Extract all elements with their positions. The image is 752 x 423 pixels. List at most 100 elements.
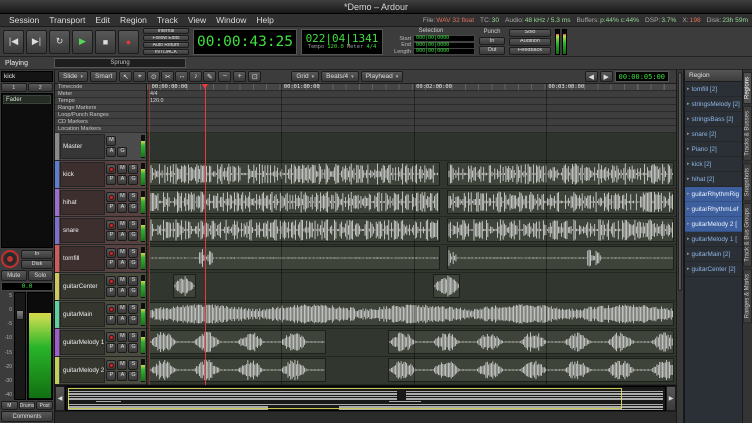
side-tab-track-bus-groups[interactable]: Track & Bus Groups bbox=[743, 203, 752, 267]
audition-button[interactable]: Audition bbox=[509, 38, 551, 46]
playlist-button[interactable]: P bbox=[106, 259, 116, 269]
record-arm-button[interactable] bbox=[106, 220, 116, 230]
strip-record-button[interactable] bbox=[1, 250, 19, 268]
solo-button[interactable]: S bbox=[128, 332, 138, 342]
menu-window[interactable]: Window bbox=[211, 15, 251, 25]
scrollbar-handle[interactable] bbox=[678, 72, 682, 291]
group-button[interactable]: G bbox=[128, 371, 138, 381]
ruler-label-loop-punch-ranges[interactable]: Loop/Punch Ranges bbox=[55, 112, 146, 119]
audio-region[interactable] bbox=[447, 218, 674, 242]
option-internal-button[interactable]: Internal bbox=[143, 28, 189, 34]
region-list-item[interactable]: ▸guitarRhythmLef bbox=[685, 202, 742, 217]
edit-point-dropdown[interactable]: Playhead bbox=[361, 71, 404, 82]
ruler-canvas[interactable]: 00:00:00:0000:01:00:0000:02:00:0000:03:0… bbox=[147, 84, 676, 133]
playlist-button[interactable]: P bbox=[106, 371, 116, 381]
group-button[interactable]: G bbox=[128, 203, 138, 213]
menu-help[interactable]: Help bbox=[251, 15, 278, 25]
audio-region[interactable] bbox=[149, 358, 326, 382]
feedback-button[interactable]: Feedback bbox=[509, 47, 551, 55]
track-lane-guitarmain[interactable] bbox=[147, 301, 676, 329]
sync-source-button[interactable]: INT/JACK bbox=[143, 49, 189, 55]
group-button[interactable]: G bbox=[128, 259, 138, 269]
menu-view[interactable]: View bbox=[183, 15, 211, 25]
punch-out-button[interactable]: Out bbox=[479, 46, 505, 55]
solo-button[interactable]: S bbox=[128, 248, 138, 258]
goto-end-button[interactable]: ▶| bbox=[26, 30, 47, 54]
group-button[interactable]: G bbox=[128, 231, 138, 241]
snap-mode-dropdown[interactable]: Grid bbox=[291, 71, 319, 82]
processor-fader[interactable]: Fader bbox=[3, 95, 51, 104]
automation-button[interactable]: A bbox=[117, 231, 127, 241]
ruler-label-location-markers[interactable]: Location Markers bbox=[55, 126, 146, 133]
strip-post-button[interactable]: Post bbox=[36, 401, 53, 410]
group-button[interactable]: G bbox=[128, 343, 138, 353]
track-lane-guitarmelody-1[interactable] bbox=[147, 329, 676, 357]
automation-button[interactable]: A bbox=[117, 175, 127, 185]
record-arm-button[interactable] bbox=[106, 248, 116, 258]
nudge-forward-button[interactable]: ▶ bbox=[600, 71, 613, 82]
grid-unit-dropdown[interactable]: Beats/4 bbox=[321, 71, 359, 82]
shuttle-control[interactable]: Sprung bbox=[54, 58, 186, 68]
playlist-button[interactable]: P bbox=[106, 287, 116, 297]
fader-handle[interactable] bbox=[16, 310, 24, 320]
track-lane-hihat[interactable] bbox=[147, 189, 676, 217]
menu-track[interactable]: Track bbox=[152, 15, 183, 25]
monitor-input-button[interactable]: In bbox=[21, 250, 53, 259]
audio-region[interactable] bbox=[388, 358, 674, 382]
nudge-back-button[interactable]: ◀ bbox=[585, 71, 598, 82]
region-list-item[interactable]: ▸guitarMelody 2 [ bbox=[685, 217, 742, 232]
audition-tool[interactable]: ♪ bbox=[189, 71, 202, 82]
track-lane-snare[interactable] bbox=[147, 217, 676, 245]
solo-button[interactable]: S bbox=[128, 192, 138, 202]
strip-solo-button[interactable]: Solo bbox=[28, 270, 54, 281]
strip-name-button[interactable]: kick bbox=[1, 71, 53, 82]
audio-region[interactable] bbox=[447, 190, 674, 214]
zoom-in-button[interactable]: + bbox=[233, 71, 246, 82]
primary-clock[interactable]: 00:00:43:25 bbox=[193, 29, 297, 55]
group-button[interactable]: G bbox=[128, 175, 138, 185]
automation-button[interactable]: A bbox=[117, 287, 127, 297]
audio-region[interactable] bbox=[149, 330, 326, 354]
ruler-label-timecode[interactable]: Timecode bbox=[55, 84, 146, 91]
track-name-button[interactable]: guitarMelody 1 bbox=[60, 330, 105, 355]
side-tab-tracks-busses[interactable]: Tracks & Busses bbox=[743, 106, 752, 161]
group-button[interactable]: G bbox=[128, 287, 138, 297]
automation-button[interactable]: A bbox=[117, 315, 127, 325]
audio-region[interactable] bbox=[149, 302, 674, 326]
record-button[interactable]: ● bbox=[118, 30, 139, 54]
playlist-button[interactable]: P bbox=[106, 203, 116, 213]
audio-region[interactable] bbox=[149, 162, 439, 186]
strip-mute-button[interactable]: Mute bbox=[1, 270, 27, 281]
ruler-label-tempo[interactable]: Tempo bbox=[55, 98, 146, 105]
track-name-button[interactable]: guitarMain bbox=[60, 302, 105, 327]
strip-drums-button[interactable]: Drums bbox=[19, 401, 36, 410]
playlist-button[interactable]: P bbox=[106, 315, 116, 325]
record-arm-button[interactable] bbox=[106, 360, 116, 370]
playlist-button[interactable]: P bbox=[106, 343, 116, 353]
ruler-label-cd-markers[interactable]: CD Markers bbox=[55, 119, 146, 126]
region-list-item[interactable]: ▸guitarMain [2] bbox=[685, 247, 742, 262]
mute-button[interactable]: M bbox=[117, 332, 127, 342]
track-lane-kick[interactable] bbox=[147, 161, 676, 189]
menu-transport[interactable]: Transport bbox=[44, 15, 90, 25]
zoom-fit-button[interactable]: ⊡ bbox=[248, 71, 261, 82]
automation-button[interactable]: A bbox=[117, 371, 127, 381]
automation-button[interactable]: A bbox=[117, 203, 127, 213]
menu-session[interactable]: Session bbox=[4, 15, 44, 25]
comments-button[interactable]: Comments bbox=[1, 411, 53, 422]
summary-view-rectangle[interactable] bbox=[68, 388, 622, 409]
master-mute-button[interactable]: M bbox=[106, 136, 116, 146]
track-name-button[interactable]: snare bbox=[60, 218, 105, 243]
audio-region[interactable] bbox=[149, 218, 439, 242]
zoom-out-button[interactable]: − bbox=[218, 71, 231, 82]
track-lane-guitarmelody-2[interactable] bbox=[147, 357, 676, 385]
ruler-row-loop-punch-ranges[interactable] bbox=[147, 112, 676, 119]
option-auto-return-button[interactable]: Auto Return bbox=[143, 42, 189, 48]
track-lane-master[interactable] bbox=[147, 133, 676, 161]
region-list-item[interactable]: ▸stringsMelody [2] bbox=[685, 97, 742, 112]
secondary-clock[interactable]: 022|04|1341 Tempo 120.0 Meter 4/4 bbox=[301, 29, 383, 55]
ruler-label-meter[interactable]: Meter bbox=[55, 91, 146, 98]
automation-button[interactable]: A bbox=[117, 259, 127, 269]
edit-mode-dropdown[interactable]: Slide bbox=[58, 71, 88, 82]
punch-in-button[interactable]: In bbox=[479, 37, 505, 46]
